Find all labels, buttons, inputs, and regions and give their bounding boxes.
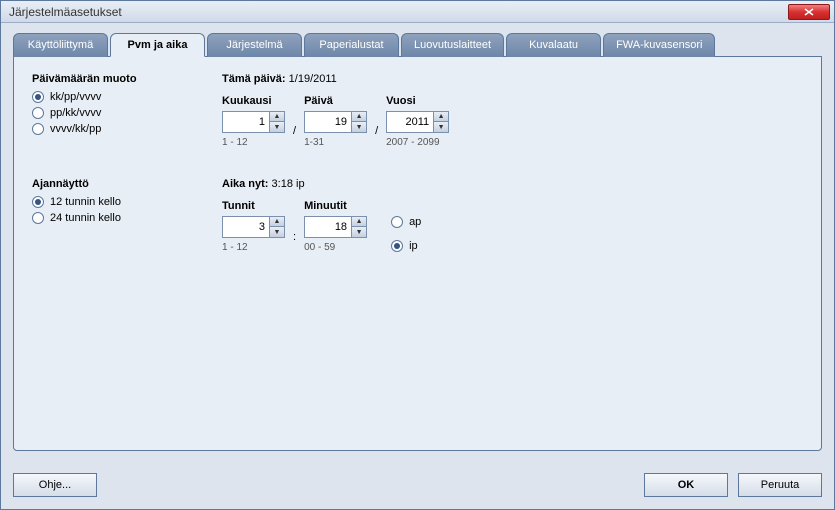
tab-output-devices[interactable]: Luovutuslaitteet [401, 33, 504, 57]
day-input[interactable] [305, 112, 351, 132]
day-label: Päivä [304, 95, 367, 107]
minutes-label: Minuutit [304, 200, 367, 212]
radio-label: 24 tunnin kello [50, 212, 121, 224]
month-up-button[interactable]: ▲ [270, 112, 284, 122]
year-down-button[interactable]: ▼ [434, 122, 448, 132]
month-input[interactable] [223, 112, 269, 132]
hours-down-button[interactable]: ▼ [270, 227, 284, 237]
time-separator: : [293, 213, 296, 243]
radio-icon [32, 196, 44, 208]
help-button[interactable]: Ohje... [13, 473, 97, 497]
minutes-input[interactable] [305, 217, 351, 237]
radio-label: pp/kk/vvvv [50, 107, 101, 119]
radio-icon [32, 123, 44, 135]
time-display-heading: Ajannäyttö [32, 178, 222, 190]
hours-up-button[interactable]: ▲ [270, 217, 284, 227]
radio-icon [391, 216, 403, 228]
radio-date-format-mdy[interactable]: kk/pp/vvvv [32, 91, 222, 103]
tab-paper-trays[interactable]: Paperialustat [304, 33, 399, 57]
radio-label: vvvv/kk/pp [50, 123, 101, 135]
hours-label: Tunnit [222, 200, 285, 212]
month-down-button[interactable]: ▼ [270, 122, 284, 132]
radio-label: ap [409, 216, 421, 228]
tab-system[interactable]: Järjestelmä [207, 33, 302, 57]
tab-fwa-sensor[interactable]: FWA-kuvasensori [603, 33, 715, 57]
cancel-button[interactable]: Peruuta [738, 473, 822, 497]
date-separator: / [375, 107, 378, 137]
minutes-down-button[interactable]: ▼ [352, 227, 366, 237]
time-now-label: Aika nyt: [222, 178, 268, 190]
radio-icon [32, 212, 44, 224]
time-now-value: 3:18 ip [272, 178, 305, 190]
minutes-up-button[interactable]: ▲ [352, 217, 366, 227]
hours-spinner: ▲ ▼ [222, 216, 285, 238]
radio-am[interactable]: ap [391, 216, 421, 228]
hours-range: 1 - 12 [222, 242, 285, 253]
window-title: Järjestelmäasetukset [9, 5, 788, 19]
minutes-range: 00 - 59 [304, 242, 367, 253]
button-bar: Ohje... OK Peruuta [13, 473, 822, 497]
year-range: 2007 - 2099 [386, 137, 449, 148]
date-format-heading: Päivämäärän muoto [32, 73, 222, 85]
day-range: 1-31 [304, 137, 367, 148]
radio-date-format-ymd[interactable]: vvvv/kk/pp [32, 123, 222, 135]
year-input[interactable] [387, 112, 433, 132]
year-label: Vuosi [386, 95, 449, 107]
tab-panel: Päivämäärän muoto kk/pp/vvvv pp/kk/vvvv … [13, 56, 822, 451]
ok-button[interactable]: OK [644, 473, 728, 497]
close-button[interactable] [788, 4, 830, 20]
tab-date-time[interactable]: Pvm ja aika [110, 33, 205, 57]
minutes-spinner: ▲ ▼ [304, 216, 367, 238]
year-spinner: ▲ ▼ [386, 111, 449, 133]
tab-ui[interactable]: Käyttöliittymä [13, 33, 108, 57]
date-separator: / [293, 107, 296, 137]
dialog-window: Järjestelmäasetukset Käyttöliittymä Pvm … [0, 0, 835, 510]
day-down-button[interactable]: ▼ [352, 122, 366, 132]
today-value: 1/19/2011 [289, 73, 337, 85]
tabstrip: Käyttöliittymä Pvm ja aika Järjestelmä P… [13, 33, 822, 57]
day-spinner: ▲ ▼ [304, 111, 367, 133]
today-label: Tämä päivä: [222, 73, 286, 85]
radio-label: kk/pp/vvvv [50, 91, 101, 103]
time-now-line: Aika nyt: 3:18 ip [222, 178, 803, 190]
day-up-button[interactable]: ▲ [352, 112, 366, 122]
hours-input[interactable] [223, 217, 269, 237]
radio-icon [32, 107, 44, 119]
content-area: Käyttöliittymä Pvm ja aika Järjestelmä P… [1, 23, 834, 461]
month-spinner: ▲ ▼ [222, 111, 285, 133]
radio-icon [32, 91, 44, 103]
radio-24h-clock[interactable]: 24 tunnin kello [32, 212, 222, 224]
time-section: Ajannäyttö 12 tunnin kello 24 tunnin kel… [32, 178, 803, 256]
radio-12h-clock[interactable]: 12 tunnin kello [32, 196, 222, 208]
date-section: Päivämäärän muoto kk/pp/vvvv pp/kk/vvvv … [32, 73, 803, 148]
month-label: Kuukausi [222, 95, 285, 107]
tab-image-quality[interactable]: Kuvalaatu [506, 33, 601, 57]
radio-date-format-dmy[interactable]: pp/kk/vvvv [32, 107, 222, 119]
close-icon [804, 8, 814, 16]
year-up-button[interactable]: ▲ [434, 112, 448, 122]
radio-label: ip [409, 240, 418, 252]
radio-label: 12 tunnin kello [50, 196, 121, 208]
radio-pm[interactable]: ip [391, 240, 421, 252]
today-line: Tämä päivä: 1/19/2011 [222, 73, 803, 85]
titlebar: Järjestelmäasetukset [1, 1, 834, 23]
month-range: 1 - 12 [222, 137, 285, 148]
radio-icon [391, 240, 403, 252]
